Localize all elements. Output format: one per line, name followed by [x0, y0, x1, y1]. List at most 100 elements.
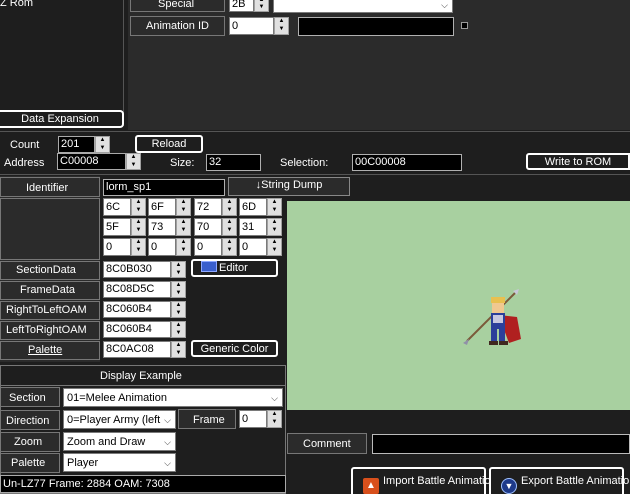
status-text: Un-LZ77 Frame: 2884 OAM: 7308: [0, 475, 286, 493]
display-example-title: Display Example: [100, 370, 182, 382]
address-label: Address: [4, 157, 45, 169]
byte-stepper[interactable]: 72 ▲ ▼: [194, 198, 237, 216]
byte-stepper[interactable]: 5F ▲ ▼: [103, 218, 146, 236]
character-sprite-icon: [463, 289, 521, 345]
byte-stepper[interactable]: 0 ▲ ▼: [103, 238, 146, 256]
chevron-down-icon[interactable]: ⌵: [162, 411, 171, 428]
reload-button[interactable]: Reload: [135, 135, 203, 153]
stepper-arrows-icon[interactable]: ▲ ▼: [274, 17, 289, 35]
address-stepper[interactable]: C00008 ▲ ▼: [57, 153, 141, 170]
special-stepper[interactable]: 2B ▲ ▼: [229, 0, 269, 12]
section-data-stepper[interactable]: 8C0B030 ▲ ▼: [103, 261, 186, 278]
animation-preview: [287, 201, 630, 410]
stepper-arrows-icon[interactable]: ▲ ▼: [176, 198, 191, 216]
animation-id-label: Animation ID: [146, 20, 209, 32]
stepper-arrows-icon[interactable]: ▲ ▼: [222, 238, 237, 256]
color-swatch: [461, 22, 468, 29]
byte-stepper[interactable]: 6C ▲ ▼: [103, 198, 146, 216]
byte-stepper[interactable]: 70 ▲ ▼: [194, 218, 237, 236]
size-field[interactable]: 32: [206, 154, 261, 171]
rtl-stepper[interactable]: 8C060B4 ▲ ▼: [103, 301, 186, 318]
frame-label: Frame: [193, 414, 225, 426]
byte-stepper[interactable]: 6F ▲ ▼: [148, 198, 191, 216]
selection-label: Selection:: [280, 157, 329, 169]
byte-stepper[interactable]: 31 ▲ ▼: [239, 218, 282, 236]
frame-data-stepper[interactable]: 8C08D5C ▲ ▼: [103, 281, 186, 298]
byte-stepper[interactable]: 0 ▲ ▼: [239, 238, 282, 256]
stepper-arrows-icon[interactable]: ▲ ▼: [222, 218, 237, 236]
editor-icon: [201, 261, 217, 272]
stepper-arrows-icon[interactable]: ▲ ▼: [222, 198, 237, 216]
palette-link[interactable]: Palette: [28, 342, 62, 358]
generic-color-button[interactable]: Generic Color: [191, 340, 278, 357]
stepper-arrows-icon[interactable]: ▲ ▼: [171, 281, 186, 298]
data-expansion-button[interactable]: Data Expansion: [0, 110, 124, 128]
chevron-down-icon[interactable]: ⌵: [164, 433, 171, 450]
selection-field[interactable]: 00C00008: [352, 154, 462, 171]
byte-stepper[interactable]: 6D ▲ ▼: [239, 198, 282, 216]
stepper-arrows-icon[interactable]: ▲ ▼: [267, 218, 282, 236]
palette-stepper[interactable]: 8C0AC08 ▲ ▼: [103, 341, 186, 358]
byte-stepper[interactable]: 0 ▲ ▼: [194, 238, 237, 256]
string-dump-button[interactable]: ↓String Dump: [228, 177, 350, 196]
write-to-rom-button[interactable]: Write to ROM: [526, 153, 630, 170]
stepper-arrows-icon[interactable]: ▲ ▼: [171, 261, 186, 278]
comment-field[interactable]: [372, 434, 630, 454]
bytes-label-box: [0, 198, 100, 260]
stepper-arrows-icon[interactable]: ▲ ▼: [176, 238, 191, 256]
stepper-arrows-icon[interactable]: ▲ ▼: [95, 136, 110, 153]
stepper-arrows-icon[interactable]: ▲ ▼: [267, 238, 282, 256]
ltr-stepper[interactable]: 8C060B4 ▲ ▼: [103, 321, 186, 338]
stepper-arrows-icon[interactable]: ▲ ▼: [267, 410, 282, 428]
stepper-arrows-icon[interactable]: ▲ ▼: [171, 321, 186, 338]
display-palette-label: Palette: [11, 457, 46, 469]
stepper-arrows-icon[interactable]: ▲ ▼: [131, 198, 146, 216]
stepper-arrows-icon[interactable]: ▲ ▼: [254, 0, 269, 12]
stepper-arrows-icon[interactable]: ▲ ▼: [131, 218, 146, 236]
import-icon: ▲: [363, 478, 379, 494]
special-label: Special: [158, 0, 195, 10]
section-label: Section: [9, 392, 46, 404]
editor-label: Editor: [219, 262, 248, 274]
export-icon: ▼: [501, 478, 517, 494]
ltr-label: LeftToRightOAM: [6, 324, 87, 336]
section-dropdown[interactable]: 01=Melee Animation ⌵: [63, 388, 283, 407]
direction-dropdown[interactable]: 0=Player Army (left ⌵: [63, 410, 176, 429]
byte-stepper[interactable]: 0 ▲ ▼: [148, 238, 191, 256]
animation-id-name-field[interactable]: [298, 17, 454, 36]
chevron-down-icon[interactable]: ⌵: [271, 389, 278, 406]
frame-stepper[interactable]: 0 ▲ ▼: [239, 410, 282, 428]
comment-label: Comment: [303, 438, 351, 450]
list-item[interactable]: Z Rom: [0, 0, 33, 11]
export-label: Export Battle Animation: [521, 475, 630, 487]
list-box[interactable]: Z Rom: [0, 0, 124, 126]
stepper-arrows-icon[interactable]: ▲ ▼: [126, 153, 141, 170]
import-battle-animation-button[interactable]: ▲ Import Battle Animation: [351, 467, 497, 494]
section-data-label: SectionData: [16, 264, 76, 276]
export-battle-animation-button[interactable]: ▼ Export Battle Animation: [489, 467, 630, 494]
divider: [0, 385, 286, 386]
stepper-arrows-icon[interactable]: ▲ ▼: [176, 218, 191, 236]
identifier-label: Identifier: [26, 182, 69, 194]
identifier-field[interactable]: lorm_sp1: [103, 179, 225, 196]
divider: [0, 174, 630, 175]
byte-stepper[interactable]: 73 ▲ ▼: [148, 218, 191, 236]
import-label: Import Battle Animation: [383, 475, 497, 487]
count-stepper[interactable]: 201 ▲ ▼: [58, 136, 110, 153]
zoom-dropdown[interactable]: Zoom and Draw ⌵: [63, 432, 176, 451]
direction-label: Direction: [6, 415, 50, 427]
special-dropdown[interactable]: ⌵: [273, 0, 453, 13]
chevron-down-icon[interactable]: ⌵: [164, 454, 171, 471]
zoom-label: Zoom: [14, 436, 43, 448]
animation-id-stepper[interactable]: 0 ▲ ▼: [229, 17, 289, 35]
frame-data-label: FrameData: [20, 284, 76, 296]
chevron-down-icon[interactable]: ⌵: [441, 0, 448, 12]
editor-button[interactable]: Editor: [191, 259, 278, 277]
stepper-arrows-icon[interactable]: ▲ ▼: [171, 341, 186, 358]
size-label: Size:: [170, 157, 195, 169]
display-palette-dropdown[interactable]: Player ⌵: [63, 453, 176, 472]
stepper-arrows-icon[interactable]: ▲ ▼: [131, 238, 146, 256]
rtl-label: RightToLeftOAM: [6, 304, 87, 316]
stepper-arrows-icon[interactable]: ▲ ▼: [171, 301, 186, 318]
stepper-arrows-icon[interactable]: ▲ ▼: [267, 198, 282, 216]
